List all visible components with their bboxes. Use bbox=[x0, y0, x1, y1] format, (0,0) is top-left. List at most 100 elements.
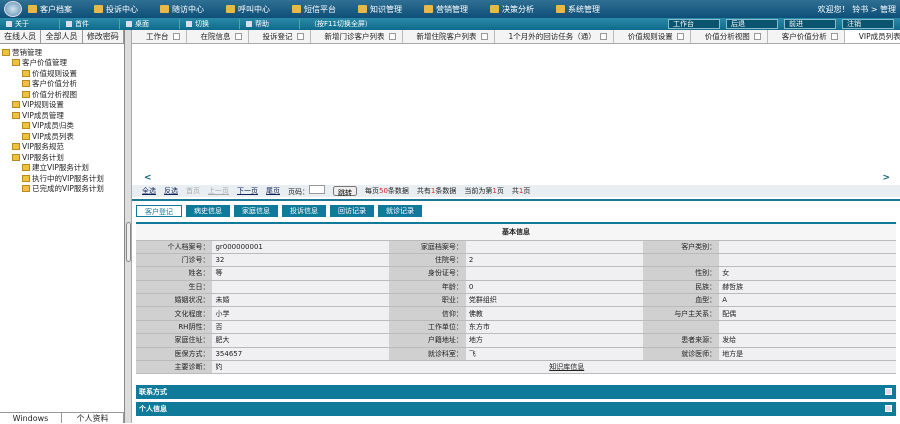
collapse-handle[interactable] bbox=[126, 222, 131, 262]
scroll-right-icon[interactable]: > bbox=[882, 173, 890, 183]
tree-node[interactable]: 价值规则设置 bbox=[2, 68, 124, 79]
field-label: 就诊医师： bbox=[642, 347, 720, 362]
tree-node-label: VIP规则设置 bbox=[22, 100, 64, 110]
subtab[interactable]: 投诉信息 bbox=[282, 205, 326, 217]
field-value: 妁 bbox=[212, 360, 390, 375]
field-label: 主要诊断： bbox=[136, 360, 213, 375]
toolbar-button[interactable]: 切换 bbox=[180, 19, 240, 29]
expand-icon[interactable] bbox=[885, 388, 892, 395]
tab[interactable]: 工作台 bbox=[132, 30, 187, 43]
tab[interactable]: 价值规则设置 bbox=[614, 30, 691, 43]
tab[interactable]: 投诉登记 bbox=[249, 30, 311, 43]
tree-node[interactable]: VIP成员列表 bbox=[2, 131, 124, 142]
close-tab-icon[interactable] bbox=[480, 33, 488, 40]
toolbar-right-button[interactable]: 工作台 bbox=[668, 19, 720, 29]
tree-node[interactable]: 已完成的VIP服务计划 bbox=[2, 184, 124, 195]
divider bbox=[132, 199, 900, 201]
sidebar-splitter[interactable] bbox=[125, 30, 132, 423]
close-tab-icon[interactable] bbox=[753, 33, 761, 40]
prev-page-link[interactable]: 上一页 bbox=[208, 186, 229, 196]
field-value: 肥大 bbox=[212, 333, 390, 348]
close-tab-icon[interactable] bbox=[830, 33, 838, 40]
tree-node[interactable]: 价值分析视图 bbox=[2, 89, 124, 100]
tree-node[interactable]: 客户价值分析 bbox=[2, 79, 124, 90]
invert-link[interactable]: 反选 bbox=[164, 186, 178, 196]
toolbar-button[interactable]: 关于 bbox=[0, 19, 60, 29]
menu-item[interactable]: 随访中心 bbox=[160, 4, 204, 15]
menu-item[interactable]: 呼叫中心 bbox=[226, 4, 270, 15]
expand-icon[interactable] bbox=[885, 405, 892, 412]
menu-item[interactable]: 决策分析 bbox=[490, 4, 534, 15]
tree-node[interactable]: 执行中的VIP服务计划 bbox=[2, 173, 124, 184]
sidebar-tab[interactable]: 在线人员 bbox=[0, 30, 42, 43]
next-page-link[interactable]: 下一页 bbox=[237, 186, 258, 196]
tree-node[interactable]: 建立VIP服务计划 bbox=[2, 163, 124, 174]
menu-item[interactable]: 知识管理 bbox=[358, 4, 402, 15]
tree-node-label: 价值规则设置 bbox=[32, 68, 77, 78]
field-value: 女 bbox=[719, 266, 896, 281]
toolbar-right-button[interactable]: 前进 bbox=[784, 19, 836, 29]
first-page-link[interactable]: 首页 bbox=[186, 186, 200, 196]
close-tab-icon[interactable] bbox=[676, 33, 684, 40]
toolbar-right-button[interactable]: 后退 bbox=[726, 19, 778, 29]
menu-item[interactable]: 投诉中心 bbox=[94, 4, 138, 15]
field-label: 年龄： bbox=[389, 280, 466, 295]
menu-item[interactable]: 营销管理 bbox=[424, 4, 468, 15]
toolbar-button[interactable]: 帮助 bbox=[240, 19, 300, 29]
subtab[interactable]: 回访记录 bbox=[330, 205, 374, 217]
jump-button[interactable]: 跳转 bbox=[333, 186, 357, 197]
page-input[interactable] bbox=[309, 185, 325, 194]
tree-node[interactable]: 客户价值管理 bbox=[2, 58, 124, 69]
knowledge-link[interactable]: 知识库信息 bbox=[549, 363, 584, 371]
subtab[interactable]: 客户登记 bbox=[136, 205, 182, 217]
field-label: 户籍地址： bbox=[389, 333, 466, 348]
menu-item[interactable]: 客户档案 bbox=[28, 4, 72, 15]
close-tab-icon[interactable] bbox=[296, 33, 304, 40]
subtab[interactable]: 家庭信息 bbox=[234, 205, 278, 217]
tab[interactable]: 价值分析视图 bbox=[691, 30, 768, 43]
field-value bbox=[465, 240, 643, 254]
bottom-tab[interactable]: 个人资料 bbox=[62, 413, 124, 423]
tab[interactable]: 新增住院客户列表 bbox=[403, 30, 495, 43]
sidebar-tab[interactable]: 修改密码 bbox=[82, 30, 124, 43]
tree-node[interactable]: VIP服务计划 bbox=[2, 152, 124, 163]
toolbar-button[interactable]: 桌面 bbox=[120, 19, 180, 29]
close-tab-icon[interactable] bbox=[172, 33, 180, 40]
tab-label: 投诉登记 bbox=[262, 32, 293, 41]
tab[interactable]: VIP成员列表 bbox=[844, 30, 900, 43]
tree-node[interactable]: 营销管理 bbox=[2, 47, 124, 58]
select-all-link[interactable]: 全选 bbox=[142, 186, 156, 196]
sidebar: 在线人员 全部人员 修改密码 营销管理 客户价值管理 价值规则设置 客户价值分析 价值分析视… bbox=[0, 30, 125, 423]
section-personal[interactable]: 个人信息 bbox=[136, 402, 896, 416]
tab[interactable]: 新增门诊客户列表 bbox=[311, 30, 403, 43]
field-value: 东方市 bbox=[465, 320, 643, 335]
tab[interactable]: 在院信息 bbox=[187, 30, 249, 43]
page-label: 页码： bbox=[288, 188, 309, 196]
tree-node[interactable]: VIP规则设置 bbox=[2, 100, 124, 111]
menu-item[interactable]: 短信平台 bbox=[292, 4, 336, 15]
folder-icon bbox=[22, 164, 30, 172]
basic-info-panel: 基本信息 个人档案号： gr000000001 家庭档案号： 客户类别： 门诊号： 32 住… bbox=[136, 222, 896, 375]
section-contact[interactable]: 联系方式 bbox=[136, 385, 896, 399]
scroll-left-icon[interactable]: < bbox=[144, 173, 152, 183]
toolbar-right-button[interactable]: 注销 bbox=[842, 19, 894, 29]
close-tab-icon[interactable] bbox=[234, 33, 242, 40]
folder-icon bbox=[22, 122, 30, 130]
subtab[interactable]: 病史信息 bbox=[186, 205, 230, 217]
folder-icon bbox=[12, 101, 20, 109]
sidebar-tab[interactable]: 全部人员 bbox=[41, 30, 83, 43]
subtab[interactable]: 就诊记录 bbox=[378, 205, 422, 217]
tree-node[interactable]: VIP服务规范 bbox=[2, 142, 124, 153]
toolbar-button[interactable]: 首件 bbox=[60, 19, 120, 29]
tab[interactable]: 1个月外的回访任务（通） bbox=[495, 30, 614, 43]
bottom-tab[interactable]: Windows bbox=[0, 413, 62, 423]
close-tab-icon[interactable] bbox=[599, 33, 607, 40]
close-tab-icon[interactable] bbox=[388, 33, 396, 40]
tab[interactable]: 客户价值分析 bbox=[768, 30, 845, 43]
field-value: 地方 bbox=[465, 333, 643, 348]
menu-item[interactable]: 系统管理 bbox=[556, 4, 600, 15]
tree-node-label: VIP服务计划 bbox=[22, 152, 64, 162]
tree-node[interactable]: VIP成员管理 bbox=[2, 110, 124, 121]
last-page-link[interactable]: 尾页 bbox=[266, 186, 280, 196]
tree-node[interactable]: VIP成员归类 bbox=[2, 121, 124, 132]
